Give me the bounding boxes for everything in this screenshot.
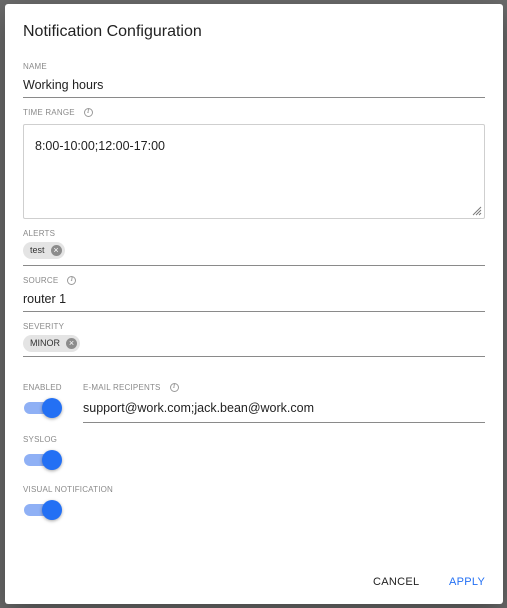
email-field[interactable]: support@work.com;jack.bean@work.com <box>83 399 485 423</box>
source-label-text: SOURCE <box>23 276 59 285</box>
name-label-text: NAME <box>23 62 47 71</box>
syslog-toggle[interactable] <box>23 450 63 470</box>
alert-chip[interactable]: test × <box>23 241 65 259</box>
toggle-thumb[interactable] <box>42 500 62 520</box>
notification-config-dialog: Notification Configuration NAME Working … <box>5 4 503 604</box>
close-icon[interactable]: × <box>66 337 77 349</box>
time-range-value: 8:00-10:00;12:00-17:00 <box>35 139 165 153</box>
alerts-label: ALERTS <box>23 229 55 238</box>
severity-chip-label: MINOR <box>30 338 60 348</box>
time-range-label-text: TIME RANGE <box>23 108 75 117</box>
time-range-label: TIME RANGE i <box>23 108 93 117</box>
enabled-label-text: ENABLED <box>23 383 62 392</box>
info-icon[interactable]: i <box>169 383 179 392</box>
visual-notification-toggle[interactable] <box>23 500 63 520</box>
syslog-label-text: SYSLOG <box>23 435 58 444</box>
resize-grip-icon[interactable] <box>471 205 482 216</box>
syslog-label: SYSLOG <box>23 435 57 444</box>
severity-label-text: SEVERITY <box>23 322 65 331</box>
info-icon[interactable]: i <box>83 108 93 117</box>
alert-chip-label: test <box>30 245 45 255</box>
time-range-textarea[interactable]: 8:00-10:00;12:00-17:00 <box>23 124 485 219</box>
email-label-text: E-MAIL RECIPENTS <box>83 383 161 392</box>
source-label: SOURCE i <box>23 276 77 285</box>
severity-label: SEVERITY <box>23 322 64 331</box>
info-icon[interactable]: i <box>67 276 77 285</box>
close-icon[interactable]: × <box>50 244 62 256</box>
severity-field[interactable]: MINOR × <box>23 333 485 357</box>
visual-notification-label: VISUAL NOTIFICATION <box>23 485 113 494</box>
toggle-thumb[interactable] <box>42 398 62 418</box>
dialog-title: Notification Configuration <box>23 23 202 40</box>
toggle-thumb[interactable] <box>42 450 62 470</box>
cancel-button[interactable]: CANCEL <box>373 576 419 588</box>
enabled-toggle[interactable] <box>23 398 63 418</box>
apply-button[interactable]: APPLY <box>449 576 485 588</box>
severity-chip[interactable]: MINOR × <box>23 334 80 352</box>
source-value: router 1 <box>23 292 67 306</box>
alerts-field[interactable]: test × <box>23 240 485 266</box>
alerts-label-text: ALERTS <box>23 229 56 238</box>
name-field[interactable]: Working hours <box>23 76 485 98</box>
visual-notification-label-text: VISUAL NOTIFICATION <box>23 485 114 494</box>
source-field[interactable]: router 1 <box>23 290 485 312</box>
name-label: NAME <box>23 62 47 71</box>
enabled-label: ENABLED <box>23 383 62 392</box>
email-value: support@work.com;jack.bean@work.com <box>83 401 315 415</box>
email-label: E-MAIL RECIPENTS i <box>83 383 179 392</box>
name-value: Working hours <box>23 78 104 92</box>
